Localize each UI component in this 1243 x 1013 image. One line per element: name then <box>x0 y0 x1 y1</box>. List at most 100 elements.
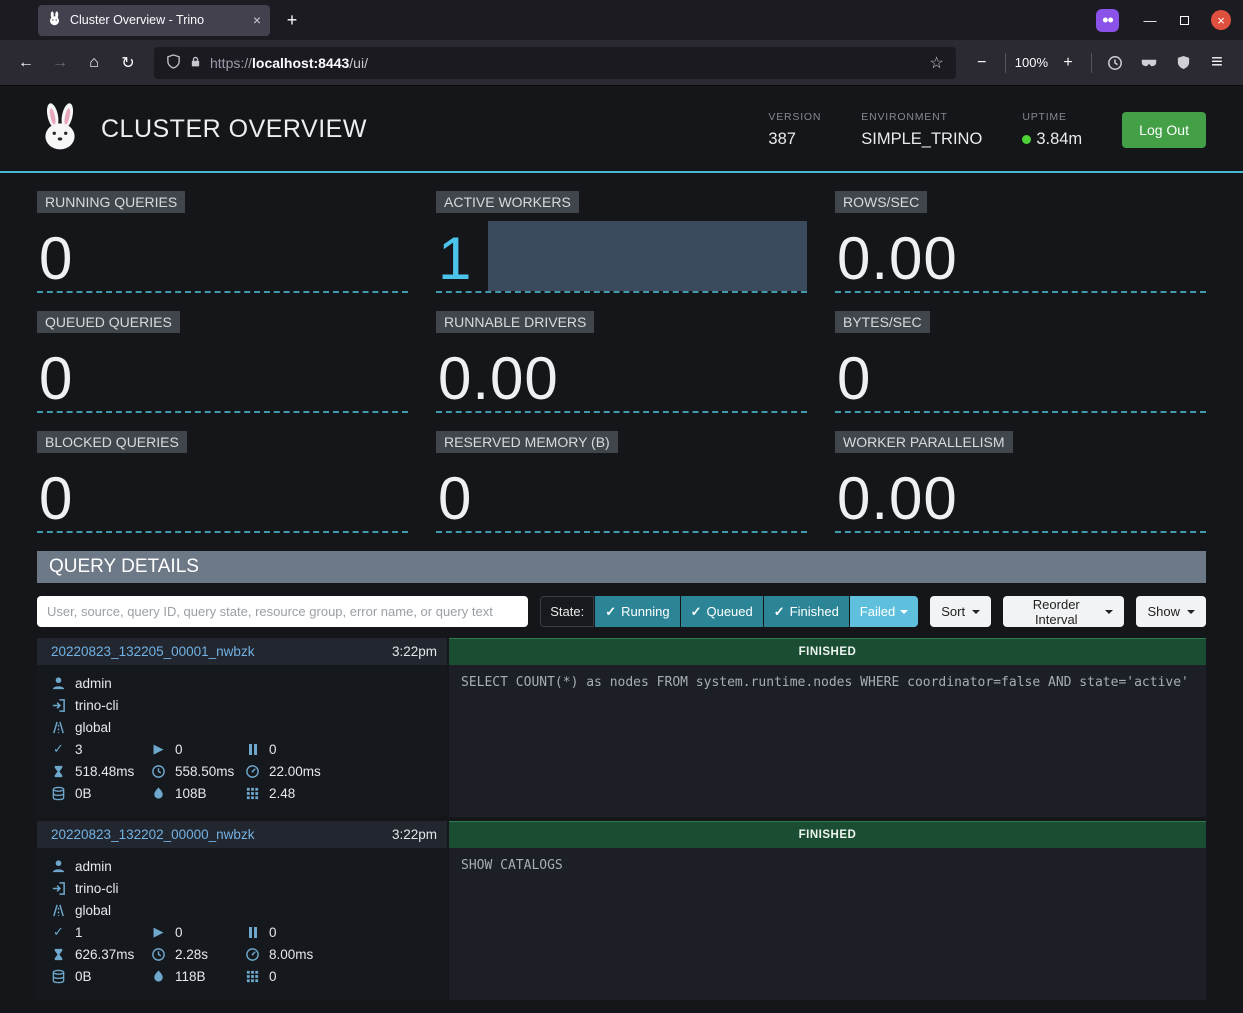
stat-value: 0 <box>837 349 871 409</box>
query-state-bar: FINISHED <box>449 638 1206 665</box>
query-time: 3:22pm <box>392 644 437 659</box>
query-details-title: QUERY DETAILS <box>37 551 1206 583</box>
reorder-interval-label: Reorder Interval <box>1014 597 1098 627</box>
reload-button[interactable]: ↻ <box>112 47 144 79</box>
filter-queued-label: Queued <box>706 604 752 619</box>
extension-goggles-icon[interactable] <box>1133 47 1165 79</box>
stat-value: 0 <box>39 469 73 529</box>
show-label: Show <box>1147 604 1180 619</box>
maximize-icon <box>1180 16 1189 25</box>
parallelism-grid-icon <box>245 969 260 984</box>
source-login-icon <box>51 881 66 896</box>
forward-button[interactable]: → <box>44 47 76 79</box>
sort-label: Sort <box>941 604 965 619</box>
filter-failed-dropdown[interactable]: Failed <box>850 596 918 627</box>
query-header: 20220823_132202_00000_nwbzk 3:22pm <box>37 821 447 848</box>
zoom-out-button[interactable]: − <box>966 47 998 79</box>
query-sql-text: SELECT COUNT(*) as nodes FROM system.run… <box>449 665 1206 817</box>
stat-value: 0.00 <box>438 349 559 409</box>
url-path: /ui/ <box>349 55 368 71</box>
stat-value: 0.00 <box>837 229 958 289</box>
tracking-shield-icon[interactable] <box>166 54 181 72</box>
bookmark-star-icon[interactable]: ☆ <box>929 53 943 73</box>
elapsed-time-clock-icon <box>151 764 166 779</box>
stat-value: 0 <box>39 349 73 409</box>
completed-splits-icon: ✓ <box>51 924 66 940</box>
protections-shield-icon[interactable] <box>1167 47 1199 79</box>
stat-blocked-queries: BLOCKED QUERIES 0 <box>37 431 408 533</box>
logout-button[interactable]: Log Out <box>1122 112 1206 148</box>
page-title: CLUSTER OVERVIEW <box>101 115 768 144</box>
filter-running-label: Running <box>621 604 669 619</box>
wall-time-hourglass-icon <box>51 764 66 779</box>
queued-splits: 0 <box>269 925 277 940</box>
cumulative-memory: 118B <box>175 969 206 984</box>
filter-queued-button[interactable]: ✓ Queued <box>681 596 763 627</box>
stat-value: 0 <box>438 469 472 529</box>
maximize-button[interactable] <box>1171 7 1197 33</box>
window-close-button[interactable]: × <box>1211 10 1231 30</box>
filter-running-button[interactable]: ✓ Running <box>595 596 679 627</box>
memory-database-icon <box>51 969 66 984</box>
parallelism-grid-icon <box>245 786 260 801</box>
stat-reserved-memory: RESERVED MEMORY (B) 0 <box>436 431 807 533</box>
extension-icon[interactable] <box>1096 9 1119 32</box>
cumulative-memory-flame-icon <box>151 786 166 801</box>
zoom-in-button[interactable]: + <box>1052 47 1084 79</box>
query-id-link[interactable]: 20220823_132202_00000_nwbzk <box>51 827 254 842</box>
query-time: 3:22pm <box>392 827 437 842</box>
environment-label: ENVIRONMENT <box>861 111 982 123</box>
uptime-value: 3.84m <box>1036 130 1082 149</box>
wall-time: 626.37ms <box>75 947 134 962</box>
minimize-button[interactable]: — <box>1137 7 1163 33</box>
running-splits: 0 <box>175 925 183 940</box>
query-id-link[interactable]: 20220823_132205_00001_nwbzk <box>51 644 254 659</box>
reorder-interval-dropdown[interactable]: Reorder Interval <box>1003 596 1124 627</box>
zoom-level[interactable]: 100% <box>1015 55 1048 70</box>
completed-splits: 1 <box>75 925 83 940</box>
show-dropdown[interactable]: Show <box>1136 596 1206 627</box>
query-stats-panel: admin trino-cli global ✓1 ▶0 0 626.37ms … <box>37 848 447 1000</box>
stat-rows-sec: ROWS/SEC 0.00 <box>835 191 1206 293</box>
parallelism: 2.48 <box>269 786 295 801</box>
stat-bytes-sec: BYTES/SEC 0 <box>835 311 1206 413</box>
elapsed-time: 558.50ms <box>175 764 234 779</box>
version-value: 387 <box>768 130 821 149</box>
menu-button[interactable]: ≡ <box>1201 47 1233 79</box>
environment-block: ENVIRONMENT SIMPLE_TRINO <box>861 111 982 149</box>
stat-value: 0 <box>39 229 73 289</box>
filter-finished-button[interactable]: ✓ Finished <box>764 596 849 627</box>
parallelism: 0 <box>269 969 277 984</box>
elapsed-time: 2.28s <box>175 947 208 962</box>
tab-close-icon[interactable]: × <box>253 12 261 28</box>
stat-label: ROWS/SEC <box>835 191 927 213</box>
query-stats-panel: admin trino-cli global ✓3 ▶0 0 518.48ms … <box>37 665 447 817</box>
query-source: trino-cli <box>75 698 119 713</box>
url-text[interactable]: https://localhost:8443/ui/ <box>210 55 921 71</box>
sparkline-area <box>488 221 807 291</box>
back-button[interactable]: ← <box>10 47 42 79</box>
query-source: trino-cli <box>75 881 119 896</box>
stat-label: BLOCKED QUERIES <box>37 431 187 453</box>
memory-database-icon <box>51 786 66 801</box>
cluster-header: CLUSTER OVERVIEW VERSION 387 ENVIRONMENT… <box>0 86 1243 173</box>
version-block: VERSION 387 <box>768 111 821 149</box>
url-bar[interactable]: https://localhost:8443/ui/ ☆ <box>154 47 956 79</box>
home-button[interactable]: ⌂ <box>78 47 110 79</box>
trino-logo-icon <box>37 102 83 157</box>
query-card: 20220823_132202_00000_nwbzk 3:22pm FINIS… <box>37 821 1206 1000</box>
query-details-toolbar: State: ✓ Running ✓ Queued ✓ Finished Fai… <box>37 596 1206 627</box>
new-tab-button[interactable]: + <box>278 6 306 34</box>
stat-label: ACTIVE WORKERS <box>436 191 579 213</box>
history-clock-icon[interactable] <box>1099 47 1131 79</box>
current-memory: 0B <box>75 786 92 801</box>
browser-tab[interactable]: Cluster Overview - Trino × <box>38 5 270 36</box>
sort-dropdown[interactable]: Sort <box>930 596 991 627</box>
cumulative-memory: 108B <box>175 786 207 801</box>
user-icon <box>51 676 66 691</box>
lock-icon[interactable] <box>189 55 202 71</box>
completed-splits-icon: ✓ <box>51 741 66 757</box>
query-search-input[interactable] <box>37 596 528 627</box>
browser-tab-bar: Cluster Overview - Trino × + — × <box>0 0 1243 40</box>
stat-label: RESERVED MEMORY (B) <box>436 431 618 453</box>
